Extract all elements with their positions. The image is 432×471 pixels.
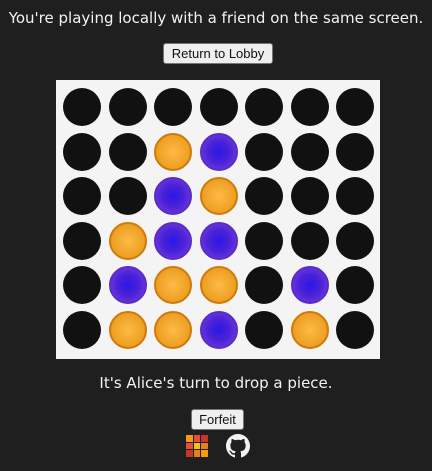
purple-piece[interactable]: [199, 132, 238, 171]
purple-piece[interactable]: [154, 221, 192, 260]
orange-piece[interactable]: [290, 310, 329, 349]
empty-slot[interactable]: [336, 132, 374, 171]
empty-slot[interactable]: [199, 88, 238, 126]
empty-slot[interactable]: [108, 132, 147, 171]
purple-piece[interactable]: [199, 310, 238, 349]
empty-slot[interactable]: [154, 88, 192, 126]
orange-piece[interactable]: [154, 266, 192, 304]
empty-slot[interactable]: [290, 177, 329, 215]
empty-slot[interactable]: [245, 132, 283, 171]
empty-slot[interactable]: [336, 177, 374, 215]
empty-slot[interactable]: [245, 266, 283, 304]
grid-logo-icon[interactable]: [186, 435, 208, 457]
empty-slot[interactable]: [290, 221, 329, 260]
empty-slot[interactable]: [336, 310, 374, 349]
empty-slot[interactable]: [63, 88, 101, 126]
turn-message: It's Alice's turn to drop a piece.: [99, 374, 333, 392]
purple-piece[interactable]: [199, 221, 238, 260]
orange-piece[interactable]: [108, 310, 147, 349]
empty-slot[interactable]: [290, 88, 329, 126]
empty-slot[interactable]: [245, 221, 283, 260]
orange-piece[interactable]: [199, 177, 238, 215]
forfeit-button[interactable]: Forfeit: [191, 409, 244, 430]
return-to-lobby-button[interactable]: Return to Lobby: [163, 43, 273, 64]
empty-slot[interactable]: [245, 88, 283, 126]
empty-slot[interactable]: [336, 88, 374, 126]
empty-slot[interactable]: [63, 221, 101, 260]
purple-piece[interactable]: [290, 266, 329, 304]
empty-slot[interactable]: [245, 310, 283, 349]
game-board: [56, 80, 380, 359]
empty-slot[interactable]: [336, 266, 374, 304]
empty-slot[interactable]: [63, 266, 101, 304]
orange-piece[interactable]: [154, 132, 192, 171]
orange-piece[interactable]: [108, 221, 147, 260]
status-message: You're playing locally with a friend on …: [8, 9, 424, 27]
github-icon[interactable]: [226, 434, 250, 458]
orange-piece[interactable]: [154, 310, 192, 349]
purple-piece[interactable]: [108, 266, 147, 304]
empty-slot[interactable]: [63, 177, 101, 215]
empty-slot[interactable]: [336, 221, 374, 260]
empty-slot[interactable]: [108, 177, 147, 215]
empty-slot[interactable]: [108, 88, 147, 126]
purple-piece[interactable]: [154, 177, 192, 215]
empty-slot[interactable]: [290, 132, 329, 171]
empty-slot[interactable]: [245, 177, 283, 215]
orange-piece[interactable]: [199, 266, 238, 304]
empty-slot[interactable]: [63, 132, 101, 171]
empty-slot[interactable]: [63, 310, 101, 349]
game-page: You're playing locally with a friend on …: [0, 0, 432, 471]
